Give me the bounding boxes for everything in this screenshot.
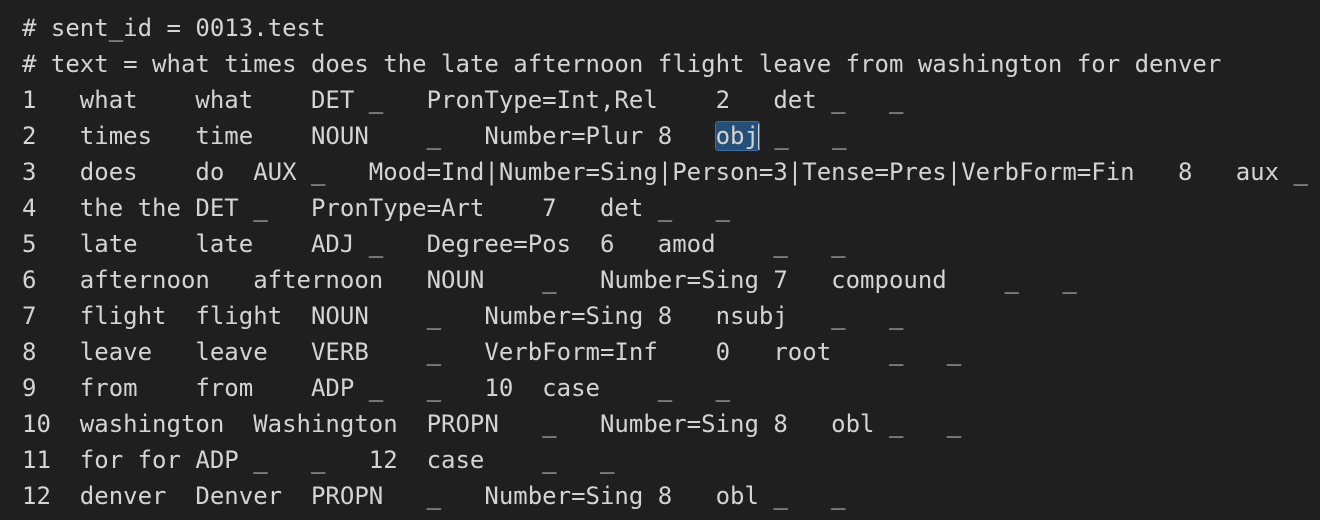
editor-line-7: 5 late late ADJ _ Degree=Pos 6 amod _ _ [22,230,846,258]
line-text-before-selection: 2 times time NOUN _ Number=Plur 8 [22,122,716,150]
editor-line-3: 1 what what DET _ PronType=Int,Rel 2 det… [22,86,904,114]
editor-line-11: 9 from from ADP _ _ 10 case _ _ [22,374,731,402]
editor-line-2: # text = what times does the late aftern… [22,50,1222,78]
editor-line-14: 12 denver Denver PROPN _ Number=Sing 8 o… [22,482,846,510]
editor-line-1: # sent_id = 0013.test [22,14,326,42]
editor-line-5: 3 does do AUX _ Mood=Ind|Number=Sing|Per… [22,158,1308,186]
line-text-after-selection: _ _ [759,122,847,150]
editor-line-10: 8 leave leave VERB _ VerbForm=Inf 0 root… [22,338,962,366]
selected-text[interactable]: obj [714,121,760,151]
text-editor[interactable]: # sent_id = 0013.test # text = what time… [0,0,1320,520]
editor-line-8: 6 afternoon afternoon NOUN _ Number=Sing… [22,266,1077,294]
editor-line-12: 10 washington Washington PROPN _ Number=… [22,410,962,438]
editor-line-13: 11 for for ADP _ _ 12 case _ _ [22,446,615,474]
editor-line-9: 7 flight flight NOUN _ Number=Sing 8 nsu… [22,302,904,330]
editor-line-6: 4 the the DET _ PronType=Art 7 det _ _ [22,194,731,222]
editor-line-4: 2 times time NOUN _ Number=Plur 8 obj _ … [22,118,847,154]
